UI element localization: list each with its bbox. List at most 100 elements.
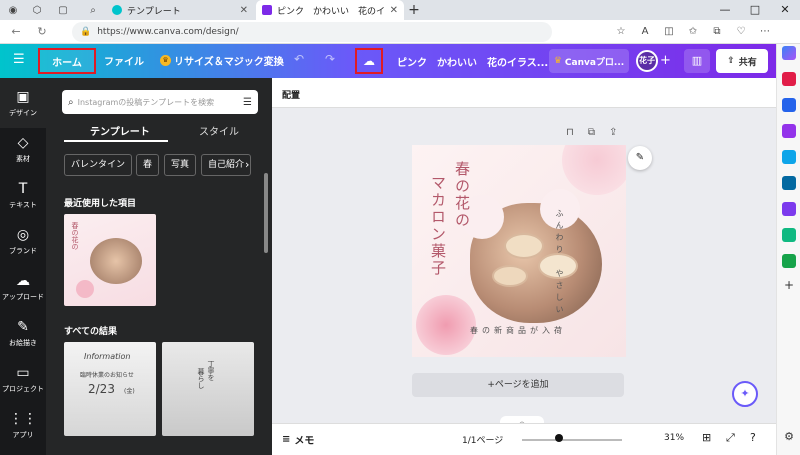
rail-label: テキスト	[9, 200, 37, 209]
rail-item-draw[interactable]: ✎ お絵描き	[0, 308, 46, 358]
close-tab-icon[interactable]: ✕	[240, 5, 248, 16]
zoom-slider[interactable]	[522, 439, 622, 441]
close-window-button[interactable]: ✕	[770, 0, 800, 20]
add-sidebar-icon[interactable]: +	[782, 278, 796, 292]
avatar[interactable]: 花子	[636, 50, 658, 72]
thumb-line: 暮らし	[197, 368, 205, 389]
url-field[interactable]: 🔒 https://www.canva.com/design/	[72, 22, 552, 42]
filter-icon[interactable]: ☰	[243, 97, 252, 108]
maximize-button[interactable]: □	[740, 0, 770, 20]
browser-tab-design[interactable]: ピンク かわいい 花のイラスト 春 ✕	[256, 0, 404, 20]
rail-label: デザイン	[9, 108, 37, 117]
add-collaborator-icon[interactable]: +	[660, 53, 671, 68]
page-count[interactable]: 1/1ページ	[462, 433, 503, 446]
undo-icon[interactable]: ↶	[294, 52, 304, 66]
share-button[interactable]: ⇪ 共有	[716, 49, 768, 73]
comment-icon[interactable]: ✎	[628, 146, 652, 170]
design-canvas-area: 配置 ⊓ ⧉ ⇪ ✎ 春の花の マカロン菓子 ふんわり やさしい 春の新商品が入…	[272, 78, 776, 426]
favorites-icon[interactable]: ✩	[684, 22, 702, 42]
chip-spring[interactable]: 春	[136, 154, 160, 176]
tools-icon[interactable]	[782, 98, 796, 112]
menu-icon[interactable]: ☰	[13, 52, 25, 67]
split-screen-icon[interactable]: ◫	[660, 22, 678, 42]
canva-pro-button[interactable]: ♛ Canvaプロ...	[549, 49, 629, 73]
insights-icon[interactable]: ▥	[684, 49, 710, 73]
refresh-icon[interactable]: ↻	[32, 22, 52, 42]
canva-header: ☰ ホーム ファイル ♛ リサイズ＆マジック変換 ↶ ↷ ☁ ピンク かわいい …	[0, 44, 776, 78]
add-page-icon[interactable]: ⇪	[609, 127, 617, 138]
resize-magic-button[interactable]: ♛ リサイズ＆マジック変換	[160, 53, 284, 68]
tab-styles[interactable]: スタイル	[199, 123, 239, 138]
chip-valentine[interactable]: バレンタイン	[64, 154, 133, 176]
rail-item-elements[interactable]: ◇ 素材	[0, 124, 46, 174]
tab-search-icon[interactable]: ⌕	[84, 0, 102, 20]
notes-label: メモ	[294, 436, 315, 447]
extensions-icon[interactable]: ♡	[732, 22, 750, 42]
file-menu-button[interactable]: ファイル	[104, 53, 144, 68]
rail-item-brand[interactable]: ◎ ブランド	[0, 216, 46, 266]
collections-icon[interactable]: ⧉	[708, 22, 726, 42]
tab-actions-icon[interactable]: ▢	[54, 0, 72, 20]
design-page[interactable]: 春の花の マカロン菓子 ふんわり やさしい 春の新商品が入荷	[412, 145, 626, 357]
result-template-thumbnail[interactable]: 丁寧を 暮らし	[162, 342, 254, 436]
zoom-level[interactable]: 31%	[664, 433, 684, 443]
cloud-save-icon[interactable]: ☁	[355, 48, 383, 74]
result-template-thumbnail[interactable]: Information 臨時休業のお知らせ 2/23 (金)	[64, 342, 156, 436]
position-button[interactable]: 配置	[282, 88, 300, 101]
workspaces-icon[interactable]: ⬡	[28, 0, 46, 20]
rail-item-uploads[interactable]: ☁ アップロード	[0, 262, 46, 312]
lock-icon[interactable]: ⊓	[566, 127, 574, 138]
rail-item-design[interactable]: ▣ デザイン	[0, 78, 46, 128]
shopping-icon[interactable]	[782, 72, 796, 86]
lock-icon: 🔒	[80, 27, 92, 37]
drop-icon[interactable]	[782, 228, 796, 242]
notes-button[interactable]: ≡ メモ	[282, 432, 314, 447]
games-icon[interactable]	[782, 124, 796, 138]
add-page-button[interactable]: +ページを追加	[412, 373, 624, 397]
grid-view-icon[interactable]: ⊞	[702, 431, 711, 444]
new-tab-button[interactable]: +	[406, 2, 422, 18]
document-title[interactable]: ピンク かわいい 花のイラス...	[397, 54, 548, 69]
m365-icon[interactable]	[782, 150, 796, 164]
canva-favicon-icon	[262, 5, 272, 15]
profile-icon[interactable]: ◉	[4, 0, 22, 20]
settings-icon[interactable]: ⚙	[782, 430, 796, 444]
rail-item-text[interactable]: T テキスト	[0, 170, 46, 220]
recent-template-thumbnail[interactable]: 春の花の	[64, 214, 156, 306]
browser-tab-templates[interactable]: テンプレート ✕	[106, 0, 254, 20]
template-search-input[interactable]: ⌕ Instagramの投稿テンプレートを検索 ☰	[62, 90, 258, 114]
thumb-line: Information	[84, 352, 131, 361]
rail-label: ブランド	[9, 246, 37, 255]
context-toolbar: 配置	[272, 78, 776, 108]
resize-label: リサイズ＆マジック変換	[174, 57, 284, 68]
designer-icon[interactable]	[782, 202, 796, 216]
help-icon[interactable]: ?	[750, 431, 756, 444]
more-menu-icon[interactable]: ⋯	[756, 22, 774, 42]
rail-item-projects[interactable]: ▭ プロジェクト	[0, 354, 46, 404]
home-button[interactable]: ホーム	[38, 48, 96, 74]
rail-item-apps[interactable]: ⋮⋮ アプリ	[0, 400, 46, 450]
fullscreen-icon[interactable]: ⤢	[726, 431, 735, 445]
duplicate-page-icon[interactable]: ⧉	[588, 127, 595, 138]
back-icon[interactable]: ←	[6, 22, 26, 42]
zoom-slider-handle[interactable]	[555, 434, 563, 442]
outlook-icon[interactable]	[782, 176, 796, 190]
panel-scrollbar[interactable]	[264, 173, 268, 253]
favorite-star-icon[interactable]: ☆	[612, 22, 630, 42]
read-aloud-icon[interactable]: A	[636, 22, 654, 42]
tab-templates[interactable]: テンプレート	[90, 123, 150, 138]
magic-sparkle-icon[interactable]: ✦	[732, 381, 758, 407]
copilot-icon[interactable]	[782, 46, 796, 60]
chip-self-intro[interactable]: 自己紹介	[201, 154, 252, 176]
crown-icon: ♛	[160, 55, 171, 66]
chevron-right-icon[interactable]: ›	[245, 154, 249, 176]
close-tab-icon[interactable]: ✕	[390, 5, 398, 16]
minimize-button[interactable]: —	[710, 0, 740, 20]
redo-icon[interactable]: ↷	[325, 52, 335, 66]
flower-icon	[562, 145, 626, 195]
chip-photo[interactable]: 写真	[164, 154, 197, 176]
tree-icon[interactable]	[782, 254, 796, 268]
canva-side-rail: ▣ デザイン ◇ 素材 T テキスト ◎ ブランド ☁ アップロード ✎ お絵描…	[0, 78, 46, 455]
thumb-title: 春の花の	[71, 222, 79, 250]
search-placeholder: Instagramの投稿テンプレートを検索	[77, 97, 215, 107]
